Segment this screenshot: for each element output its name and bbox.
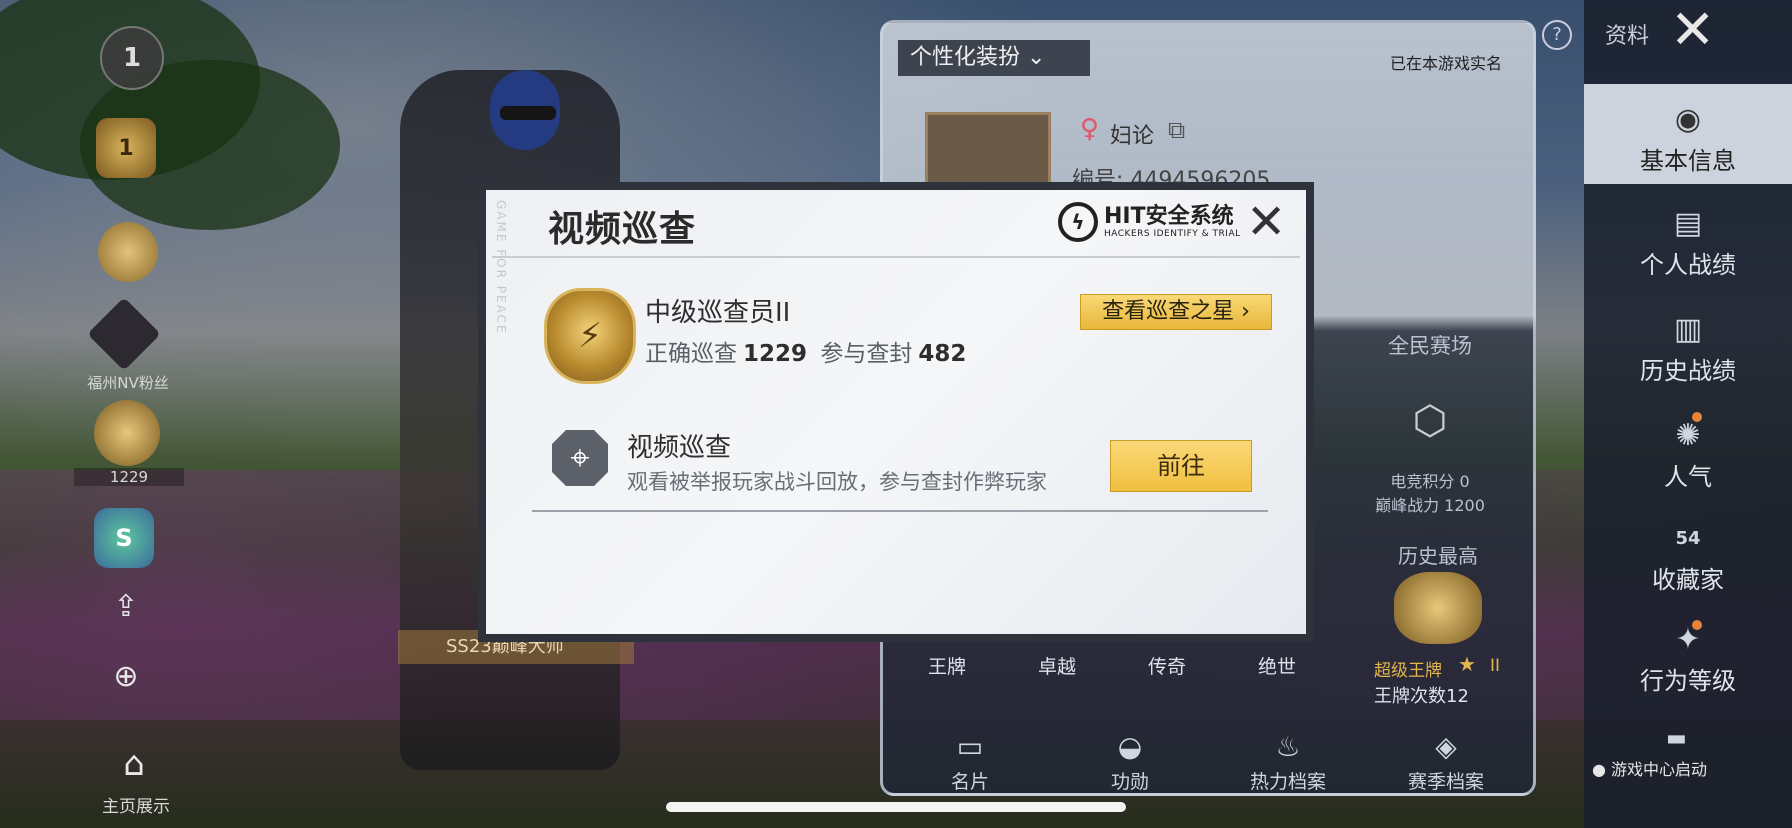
feature-divider <box>532 510 1268 512</box>
patrol-stats: 正确巡查 1229 参与查封 482 <box>645 334 972 368</box>
correct-value: 1229 <box>743 341 808 367</box>
sidebar-item-label: 行为等级 <box>1640 667 1736 695</box>
sidebar-item-basic-info[interactable]: ◉ 基本信息 <box>1584 84 1792 184</box>
rank-badge[interactable]: 1 <box>96 118 156 178</box>
hit-logo-icon: ϟ <box>1058 202 1098 242</box>
tab-season[interactable]: ◈ 赛季档案 <box>1386 730 1506 794</box>
card-icon: ▭ <box>956 730 984 763</box>
history-icon: ▥ <box>1673 312 1703 347</box>
tier-name: 超级王牌 <box>1374 661 1442 681</box>
ace-count: 王牌次数12 <box>1374 686 1469 707</box>
behavior-icon: ✦ <box>1675 622 1701 657</box>
game-for-peace-watermark: GAME FOR PEACE <box>494 200 508 335</box>
hit-security-logo: ϟ HIT安全系统 HACKERS IDENTIFY & TRIAL <box>1058 202 1241 242</box>
tab-heat-label: 热力档案 <box>1249 771 1326 793</box>
mode-label: 全民赛场 <box>1388 334 1472 358</box>
notification-dot <box>1692 620 1702 630</box>
tier-star-icon: ★ <box>1458 652 1476 676</box>
tab-heat[interactable]: ♨ 热力档案 <box>1228 730 1348 794</box>
sidebar-item-personal-stats[interactable]: ▤ 个人战绩 <box>1584 206 1792 280</box>
menu-icon[interactable]: ▬ <box>1666 726 1687 751</box>
go-button[interactable]: 前往 <box>1110 440 1252 492</box>
rank-tier-1: 王牌 <box>928 656 967 678</box>
feature-description: 观看被举报玩家战斗回放，参与查封作弊玩家 <box>627 470 1047 494</box>
merit-icon: ◒ <box>1117 730 1143 763</box>
sidebar-item-label: 历史战绩 <box>1640 357 1736 385</box>
collector-icon: 54 <box>1675 528 1701 549</box>
season-badge-text: S <box>115 524 133 552</box>
crosshair-icon: ⌖ <box>552 430 608 486</box>
sidebar-item-popularity[interactable]: ✺ 人气 <box>1584 418 1792 492</box>
tab-merit-label: 功勋 <box>1110 771 1149 793</box>
tier-level: II <box>1490 656 1501 676</box>
hit-name: HIT安全系统 <box>1104 204 1234 229</box>
copy-icon[interactable]: ⧉ <box>1168 116 1185 144</box>
fan-label: 福州NV粉丝 <box>87 374 169 392</box>
tier-emblem-icon <box>1394 572 1482 644</box>
zoom-in-icon[interactable]: ⊕ <box>104 654 148 698</box>
game-center-label: 游戏中心启动 <box>1611 760 1708 779</box>
ban-value: 482 <box>918 341 967 367</box>
nickname: 妇论 <box>1110 124 1155 149</box>
notification-dot <box>1692 412 1702 422</box>
qq-icon: ● <box>1592 760 1612 779</box>
patrol-rank-icon[interactable] <box>94 400 160 466</box>
tab-season-label: 赛季档案 <box>1407 771 1484 793</box>
help-icon[interactable]: ? <box>1542 20 1572 50</box>
tab-merit[interactable]: ◒ 功勋 <box>1070 730 1190 794</box>
correct-label: 正确巡查 <box>645 341 737 367</box>
season-badge[interactable]: S <box>94 508 154 568</box>
emblem-icon: ⬡ <box>1412 398 1448 444</box>
title-divider <box>492 256 1300 258</box>
rank-badge-text: 1 <box>118 135 134 161</box>
home-indicator[interactable] <box>666 802 1126 812</box>
tab-card[interactable]: ▭ 名片 <box>910 730 1030 794</box>
dialog-title: 视频巡查 <box>548 209 697 250</box>
sidebar-item-collector[interactable]: 54 收藏家 <box>1584 522 1792 595</box>
tab-card-label: 名片 <box>950 771 989 793</box>
flame-icon: ♨ <box>1275 730 1301 763</box>
history-high-label: 历史最高 <box>1398 544 1478 568</box>
close-icon[interactable]: ✕ <box>1670 2 1715 58</box>
popularity-icon: ✺ <box>1675 418 1701 453</box>
stats-icon: ▤ <box>1673 206 1703 241</box>
level-badge-text: 1 <box>122 43 142 73</box>
share-icon[interactable]: ⇪ <box>104 584 148 628</box>
esports-score: 电竞积分 0 <box>1390 472 1470 491</box>
patrol-count-label: 1229 <box>74 468 184 486</box>
sidebar-item-label: 个人战绩 <box>1640 251 1736 279</box>
feature-title: 视频巡查 <box>627 433 732 463</box>
patrol-medal-icon[interactable] <box>98 222 158 282</box>
patrol-medal-icon: ⚡ <box>544 288 636 384</box>
dialog-close-icon[interactable]: ✕ <box>1246 196 1286 248</box>
inspector-rank: 中级巡查员II <box>645 298 791 328</box>
sidebar-title: 资料 <box>1605 24 1650 49</box>
game-center-launch[interactable]: ● 游戏中心启动 <box>1592 756 1707 780</box>
chevron-down-icon: ⌄ <box>1020 45 1046 70</box>
sidebar-item-label: 人气 <box>1664 463 1712 491</box>
peak-power: 巅峰战力 1200 <box>1375 496 1485 515</box>
user-info-icon: ◉ <box>1674 102 1702 137</box>
view-patrol-star-button[interactable]: 查看巡查之星 › <box>1080 294 1272 330</box>
rank-tier-3: 传奇 <box>1148 656 1187 678</box>
sidebar-item-history[interactable]: ▥ 历史战绩 <box>1584 312 1792 386</box>
level-badge[interactable]: 1 <box>100 26 164 90</box>
rank-tier-2: 卓越 <box>1038 656 1077 678</box>
real-name-status: 已在本游戏实名 <box>1390 54 1503 73</box>
hit-subtitle: HACKERS IDENTIFY & TRIAL <box>1104 229 1241 239</box>
season-icon: ◈ <box>1435 730 1457 763</box>
female-icon: ♀ <box>1080 114 1100 144</box>
avatar[interactable] <box>925 112 1051 192</box>
rank-tier-4: 绝世 <box>1258 656 1297 678</box>
customize-title: 个性化装扮 <box>910 45 1021 70</box>
home-showcase-label[interactable]: 主页展示 <box>66 792 206 817</box>
sidebar-item-behavior[interactable]: ✦ 行为等级 <box>1584 622 1792 696</box>
home-showcase-icon[interactable]: ⌂ <box>112 742 156 786</box>
sidebar-item-label: 基本信息 <box>1640 147 1736 175</box>
customize-dropdown[interactable]: 个性化装扮 ⌄ <box>898 40 1090 76</box>
ban-label: 参与查封 <box>820 341 913 367</box>
sidebar-item-label: 收藏家 <box>1652 566 1724 594</box>
